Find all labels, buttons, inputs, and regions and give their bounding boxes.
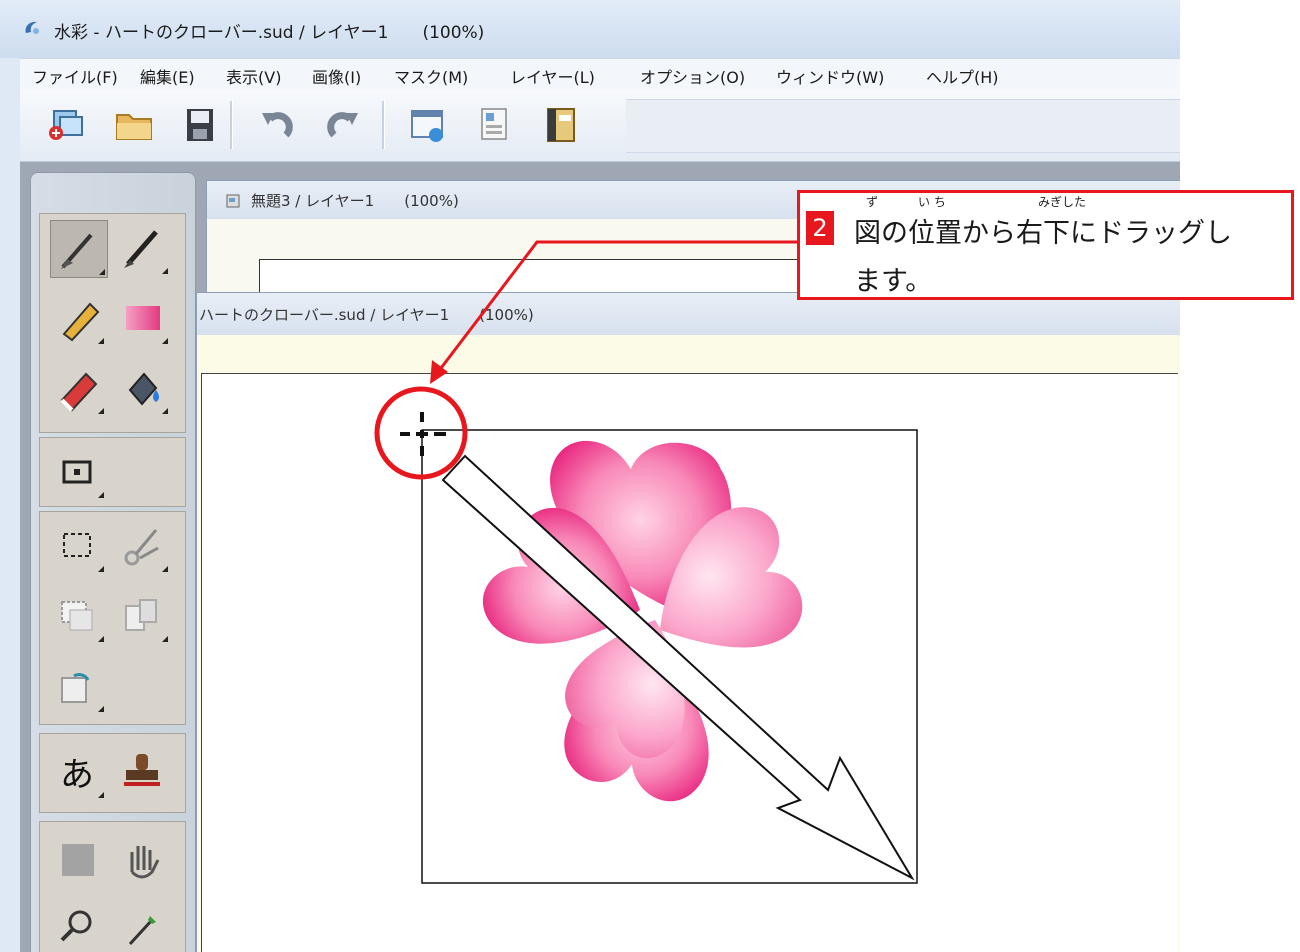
furigana: みぎした xyxy=(1038,195,1087,209)
instruction-callout: 2 ず い ち みぎした 図の位置から右下にドラッグし ます。 xyxy=(797,190,1294,300)
pointer-line xyxy=(436,240,797,373)
crosshair-cursor-icon xyxy=(400,412,446,456)
furigana: ず xyxy=(866,195,879,209)
instruction-text: ます。 xyxy=(854,266,933,297)
canvas-overlay xyxy=(374,240,918,884)
instruction-text: 図の位置から右下にドラッグし xyxy=(854,218,1232,249)
furigana: い ち xyxy=(918,195,946,209)
step-number-badge: 2 xyxy=(806,211,834,245)
